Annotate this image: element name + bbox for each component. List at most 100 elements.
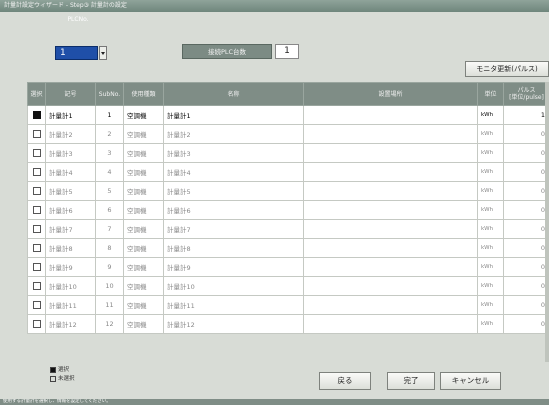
table-row[interactable]: 計量計12 12 空調機 計量計12 kWh 0 — [27, 314, 549, 334]
select-checkbox[interactable] — [32, 301, 41, 309]
pulse-cell[interactable]: 0 — [503, 238, 549, 258]
table-row[interactable]: 計量計9 9 空調機 計量計9 kWh 0 — [27, 257, 549, 277]
select-checkbox[interactable] — [32, 149, 41, 157]
location-cell[interactable] — [303, 200, 478, 220]
plc-count-label: 接続PLC台数 — [182, 44, 272, 59]
select-cell[interactable] — [27, 295, 46, 315]
name-cell[interactable]: 計量計9 — [163, 257, 304, 277]
type-cell[interactable]: 空調機 — [123, 295, 164, 315]
back-button[interactable]: 戻る — [319, 372, 371, 390]
pulse-cell[interactable]: 0 — [503, 219, 549, 239]
type-cell[interactable]: 空調機 — [123, 181, 164, 201]
table-row[interactable]: 計量計1 1 空調機 計量計1 kWh 1 — [27, 105, 549, 125]
select-cell[interactable] — [27, 181, 46, 201]
type-cell[interactable]: 空調機 — [123, 124, 164, 144]
select-checkbox[interactable] — [32, 111, 41, 119]
chevron-down-icon[interactable] — [99, 46, 107, 60]
monitor-update-button[interactable]: モニタ更新(パルス) — [465, 61, 549, 77]
name-cell[interactable]: 計量計2 — [163, 124, 304, 144]
type-cell[interactable]: 空調機 — [123, 219, 164, 239]
location-cell[interactable] — [303, 276, 478, 296]
name-cell[interactable]: 計量計10 — [163, 276, 304, 296]
select-cell[interactable] — [27, 200, 46, 220]
name-cell[interactable]: 計量計1 — [163, 105, 304, 125]
select-checkbox[interactable] — [32, 263, 41, 271]
select-cell[interactable] — [27, 162, 46, 182]
select-checkbox[interactable] — [32, 130, 41, 138]
location-cell[interactable] — [303, 238, 478, 258]
table-row[interactable]: 計量計5 5 空調機 計量計5 kWh 0 — [27, 181, 549, 201]
plc-number-value[interactable]: 1 — [55, 46, 98, 60]
type-cell[interactable]: 空調機 — [123, 143, 164, 163]
name-cell[interactable]: 計量計12 — [163, 314, 304, 334]
type-cell[interactable]: 空調機 — [123, 314, 164, 334]
table-scrollbar[interactable] — [545, 82, 549, 362]
subno-cell: 5 — [95, 181, 124, 201]
name-cell[interactable]: 計量計7 — [163, 219, 304, 239]
table-row[interactable]: 計量計10 10 空調機 計量計10 kWh 0 — [27, 276, 549, 296]
pulse-cell[interactable]: 0 — [503, 181, 549, 201]
table-row[interactable]: 計量計3 3 空調機 計量計3 kWh 0 — [27, 143, 549, 163]
location-cell[interactable] — [303, 314, 478, 334]
select-cell[interactable] — [27, 276, 46, 296]
location-cell[interactable] — [303, 162, 478, 182]
select-cell[interactable] — [27, 124, 46, 144]
type-cell[interactable]: 空調機 — [123, 257, 164, 277]
select-cell[interactable] — [27, 238, 46, 258]
select-checkbox[interactable] — [32, 244, 41, 252]
pulse-cell[interactable]: 0 — [503, 162, 549, 182]
location-cell[interactable] — [303, 105, 478, 125]
type-cell[interactable]: 空調機 — [123, 238, 164, 258]
select-checkbox[interactable] — [32, 225, 41, 233]
unit-cell: kWh — [477, 295, 504, 315]
type-cell[interactable]: 空調機 — [123, 276, 164, 296]
pulse-cell[interactable]: 0 — [503, 143, 549, 163]
location-cell[interactable] — [303, 219, 478, 239]
pulse-cell[interactable]: 0 — [503, 200, 549, 220]
pulse-cell[interactable]: 0 — [503, 124, 549, 144]
location-cell[interactable] — [303, 143, 478, 163]
name-cell[interactable]: 計量計5 — [163, 181, 304, 201]
table-row[interactable]: 計量計6 6 空調機 計量計6 kWh 0 — [27, 200, 549, 220]
pulse-cell[interactable]: 0 — [503, 257, 549, 277]
location-cell[interactable] — [303, 181, 478, 201]
location-cell[interactable] — [303, 295, 478, 315]
select-checkbox[interactable] — [32, 168, 41, 176]
select-checkbox[interactable] — [32, 282, 41, 290]
name-cell[interactable]: 計量計11 — [163, 295, 304, 315]
pulse-cell[interactable]: 0 — [503, 314, 549, 334]
name-cell[interactable]: 計量計8 — [163, 238, 304, 258]
subno-cell: 1 — [95, 105, 124, 125]
done-button[interactable]: 完了 — [387, 372, 435, 390]
unit-cell: kWh — [477, 276, 504, 296]
select-cell[interactable] — [27, 143, 46, 163]
table-row[interactable]: 計量計2 2 空調機 計量計2 kWh 0 — [27, 124, 549, 144]
select-cell[interactable] — [27, 314, 46, 334]
cancel-button[interactable]: キャンセル — [440, 372, 501, 390]
table-row[interactable]: 計量計7 7 空調機 計量計7 kWh 0 — [27, 219, 549, 239]
subno-cell: 2 — [95, 124, 124, 144]
select-checkbox[interactable] — [32, 187, 41, 195]
select-cell[interactable] — [27, 219, 46, 239]
type-cell[interactable]: 空調機 — [123, 162, 164, 182]
name-cell[interactable]: 計量計4 — [163, 162, 304, 182]
table-row[interactable]: 計量計4 4 空調機 計量計4 kWh 0 — [27, 162, 549, 182]
type-cell[interactable]: 空調機 — [123, 105, 164, 125]
plc-number-select[interactable]: 1 — [55, 46, 107, 60]
subno-cell: 9 — [95, 257, 124, 277]
select-checkbox[interactable] — [32, 320, 41, 328]
pulse-cell[interactable]: 1 — [503, 105, 549, 125]
name-cell[interactable]: 計量計6 — [163, 200, 304, 220]
table-row[interactable]: 計量計8 8 空調機 計量計8 kWh 0 — [27, 238, 549, 258]
table-row[interactable]: 計量計11 11 空調機 計量計11 kWh 0 — [27, 295, 549, 315]
pulse-cell[interactable]: 0 — [503, 276, 549, 296]
select-cell[interactable] — [27, 105, 46, 125]
pulse-cell[interactable]: 0 — [503, 295, 549, 315]
select-checkbox[interactable] — [32, 206, 41, 214]
type-cell[interactable]: 空調機 — [123, 200, 164, 220]
name-cell[interactable]: 計量計3 — [163, 143, 304, 163]
location-cell[interactable] — [303, 124, 478, 144]
location-cell[interactable] — [303, 257, 478, 277]
select-cell[interactable] — [27, 257, 46, 277]
unit-cell: kWh — [477, 105, 504, 125]
